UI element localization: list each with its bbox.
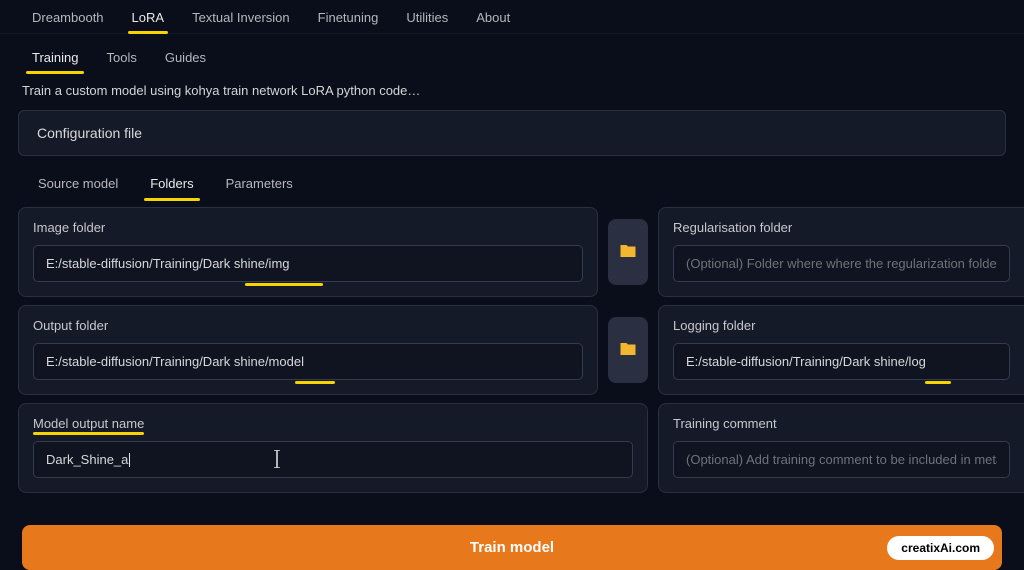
output-folder-browse-button[interactable] bbox=[608, 317, 648, 383]
output-folder-label: Output folder bbox=[33, 318, 108, 333]
folder-icon bbox=[619, 340, 637, 361]
folder-icon bbox=[619, 242, 637, 263]
tab-lora[interactable]: LoRA bbox=[118, 0, 179, 33]
logging-folder-card: Logging folder bbox=[658, 305, 1024, 395]
sub-tabs: Training Tools Guides bbox=[18, 40, 1006, 73]
innertab-parameters[interactable]: Parameters bbox=[210, 168, 309, 199]
training-comment-card: Training comment bbox=[658, 403, 1024, 493]
model-output-name-card: Model output name Dark_Shine_a bbox=[18, 403, 648, 493]
image-folder-card: Image folder bbox=[18, 207, 598, 297]
watermark-badge: creatixAi.com bbox=[887, 536, 994, 560]
subtab-guides[interactable]: Guides bbox=[151, 40, 220, 73]
highlight-marker bbox=[295, 381, 335, 384]
highlight-marker bbox=[245, 283, 323, 286]
text-caret bbox=[129, 453, 130, 467]
training-comment-input[interactable] bbox=[673, 441, 1010, 478]
regularisation-folder-card: Regularisation folder bbox=[658, 207, 1024, 297]
image-folder-label: Image folder bbox=[33, 220, 105, 235]
regularisation-folder-input[interactable] bbox=[673, 245, 1010, 282]
training-comment-label: Training comment bbox=[673, 416, 777, 431]
train-model-button[interactable]: Train model creatixAi.com bbox=[22, 525, 1002, 570]
innertab-folders[interactable]: Folders bbox=[134, 168, 209, 199]
model-output-name-input[interactable]: Dark_Shine_a bbox=[33, 441, 633, 478]
top-tabs: Dreambooth LoRA Textual Inversion Finetu… bbox=[0, 0, 1024, 34]
image-folder-input[interactable] bbox=[33, 245, 583, 282]
output-folder-input[interactable] bbox=[33, 343, 583, 380]
subtab-training[interactable]: Training bbox=[18, 40, 92, 73]
output-folder-card: Output folder bbox=[18, 305, 598, 395]
regularisation-folder-label: Regularisation folder bbox=[673, 220, 792, 235]
tab-utilities[interactable]: Utilities bbox=[392, 0, 462, 33]
tab-textual-inversion[interactable]: Textual Inversion bbox=[178, 0, 304, 33]
highlight-marker bbox=[925, 381, 951, 384]
image-folder-browse-button[interactable] bbox=[608, 219, 648, 285]
subtab-tools[interactable]: Tools bbox=[92, 40, 150, 73]
logging-folder-label: Logging folder bbox=[673, 318, 755, 333]
tab-dreambooth[interactable]: Dreambooth bbox=[18, 0, 118, 33]
tab-about[interactable]: About bbox=[462, 0, 524, 33]
inner-tabs: Source model Folders Parameters bbox=[18, 168, 1006, 199]
innertab-source-model[interactable]: Source model bbox=[22, 168, 134, 199]
tab-finetuning[interactable]: Finetuning bbox=[304, 0, 393, 33]
logging-folder-input[interactable] bbox=[673, 343, 1010, 380]
model-output-name-label: Model output name bbox=[33, 416, 144, 431]
training-description: Train a custom model using kohya train n… bbox=[18, 73, 1006, 110]
configuration-file-panel[interactable]: Configuration file bbox=[18, 110, 1006, 156]
